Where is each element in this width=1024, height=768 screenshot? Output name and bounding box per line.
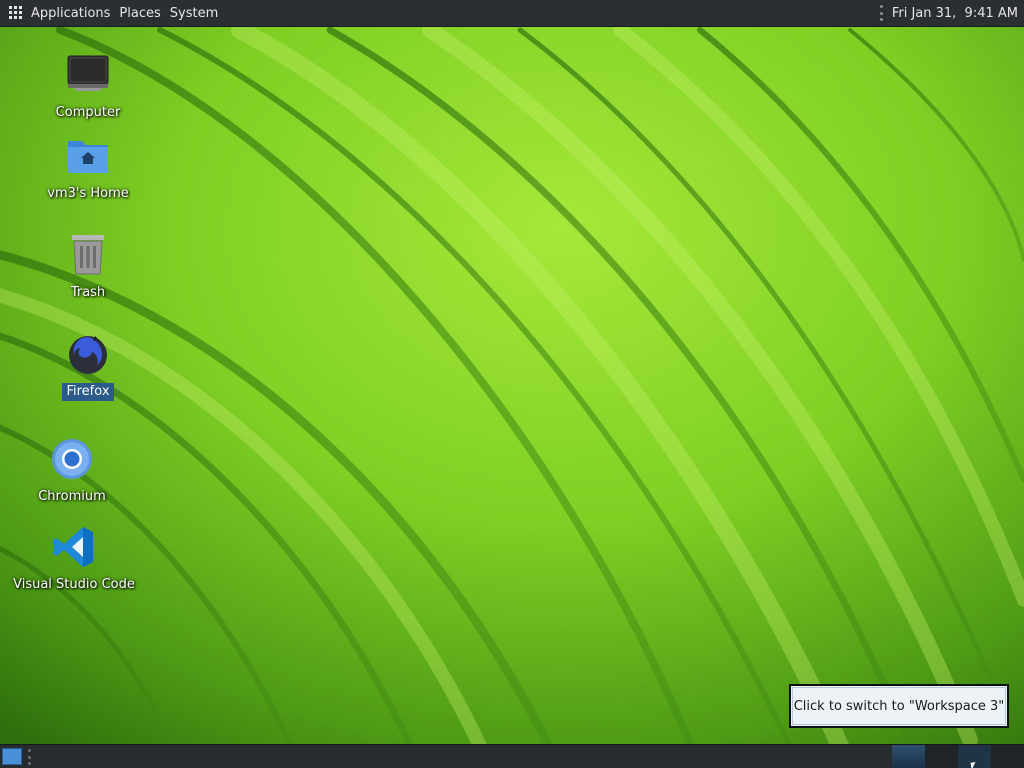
chromium-icon [49,436,95,482]
panel-handle-icon[interactable] [879,5,884,21]
desktop-icon-computer[interactable]: Computer [23,52,153,122]
workspace-tooltip: Click to switch to "Workspace 3" [789,684,1009,728]
workspace-4[interactable] [991,745,1024,768]
desktop-icon-label: Trash [70,285,106,300]
desktop-icon-label: vm3's Home [47,186,129,201]
panel-handle-icon[interactable] [28,749,31,765]
home-folder-icon [65,133,111,179]
tooltip-text: Click to switch to "Workspace 3" [793,698,1005,714]
workspace-1[interactable] [892,745,925,768]
top-panel: Applications Places System Fri Jan 31, 9… [0,0,1024,27]
desktop-icon-label: Visual Studio Code [13,577,135,592]
apps-grid-icon[interactable] [9,6,23,20]
computer-icon [65,52,111,98]
desktop[interactable]: Applications Places System Fri Jan 31, 9… [0,0,1024,768]
firefox-icon [65,331,111,377]
menu-system[interactable]: System [170,0,218,27]
bottom-panel [0,744,1024,768]
menu-places[interactable]: Places [119,0,160,27]
desktop-icon-vscode[interactable]: Visual Studio Code [9,524,139,594]
trash-icon [65,232,111,278]
wallpaper-image [0,0,1024,768]
show-desktop-icon[interactable] [2,748,22,765]
desktop-icon-trash[interactable]: Trash [23,232,153,302]
desktop-icon-firefox[interactable]: Firefox [23,331,153,401]
desktop-icon-label: Computer [55,105,121,120]
workspace-2[interactable] [925,745,958,768]
vscode-icon [51,524,97,570]
desktop-icon-home[interactable]: vm3's Home [23,133,153,203]
menu-applications[interactable]: Applications [31,0,110,27]
clock[interactable]: Fri Jan 31, 9:41 AM [892,6,1018,21]
mouse-pointer-icon [970,761,982,768]
desktop-icon-chromium[interactable]: Chromium [7,436,137,506]
desktop-icon-label: Firefox [62,383,114,401]
desktop-icon-label: Chromium [38,489,106,504]
